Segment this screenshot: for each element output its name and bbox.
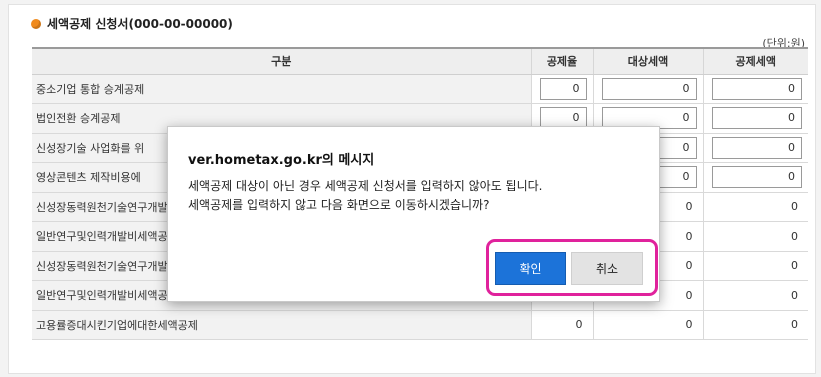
col-header-deduction: 공제세액 bbox=[702, 47, 808, 75]
col-header-rate: 공제율 bbox=[530, 47, 593, 75]
dialog-message: 세액공제 대상이 아닌 경우 세액공제 신청서를 입력하지 않아도 됩니다. 세… bbox=[188, 177, 543, 215]
target-value: 0 bbox=[592, 310, 703, 340]
deduction-cell: 0 bbox=[702, 133, 808, 163]
deduction-value: 0 bbox=[702, 310, 808, 340]
target-cell: 0 bbox=[592, 74, 703, 104]
ok-button[interactable]: 확인 bbox=[495, 252, 566, 285]
deduction-value: 0 bbox=[702, 280, 808, 311]
rate-input[interactable]: 0 bbox=[539, 77, 587, 100]
deduction-value: 0 bbox=[702, 192, 808, 222]
bullet-icon bbox=[31, 18, 41, 29]
deduction-cell: 0 bbox=[702, 103, 808, 134]
confirm-dialog: ver.hometax.go.kr의 메시지 세액공제 대상이 아닌 경우 세액… bbox=[167, 126, 660, 302]
cancel-button[interactable]: 취소 bbox=[571, 252, 643, 285]
col-header-target: 대상세액 bbox=[592, 47, 703, 75]
deduction-input[interactable]: 0 bbox=[711, 77, 802, 100]
deduction-input[interactable]: 0 bbox=[711, 166, 802, 189]
table-row: 고용률증대시킨기업에대한세액공제 0 0 0 bbox=[32, 310, 808, 340]
target-input[interactable]: 0 bbox=[601, 77, 697, 100]
rate-cell: 0 bbox=[530, 74, 593, 104]
page-title: 세액공제 신청서(000-00-00000) bbox=[31, 15, 233, 32]
screen: 세액공제 신청서(000-00-00000) (단위:원) 구분 공제율 대상세… bbox=[0, 0, 821, 377]
rate-value: 0 bbox=[530, 310, 593, 340]
deduction-cell: 0 bbox=[702, 74, 808, 104]
row-label: 고용률증대시킨기업에대한세액공제 bbox=[32, 310, 531, 340]
page-title-text: 세액공제 신청서(000-00-00000) bbox=[47, 17, 233, 31]
table-header-row: 구분 공제율 대상세액 공제세액 bbox=[32, 47, 808, 75]
deduction-input[interactable]: 0 bbox=[711, 107, 802, 130]
deduction-cell: 0 bbox=[702, 162, 808, 193]
row-label: 중소기업 통합 승계공제 bbox=[32, 74, 531, 104]
deduction-value: 0 bbox=[702, 221, 808, 252]
dialog-message-line-2: 세액공제를 입력하지 않고 다음 화면으로 이동하시겠습니까? bbox=[188, 198, 490, 212]
deduction-input[interactable]: 0 bbox=[711, 136, 802, 159]
dialog-message-line-1: 세액공제 대상이 아닌 경우 세액공제 신청서를 입력하지 않아도 됩니다. bbox=[188, 179, 543, 193]
table-row: 중소기업 통합 승계공제 0 0 0 bbox=[32, 74, 808, 104]
deduction-value: 0 bbox=[702, 251, 808, 281]
col-header-category: 구분 bbox=[32, 47, 531, 75]
dialog-title: ver.hometax.go.kr의 메시지 bbox=[188, 153, 375, 168]
